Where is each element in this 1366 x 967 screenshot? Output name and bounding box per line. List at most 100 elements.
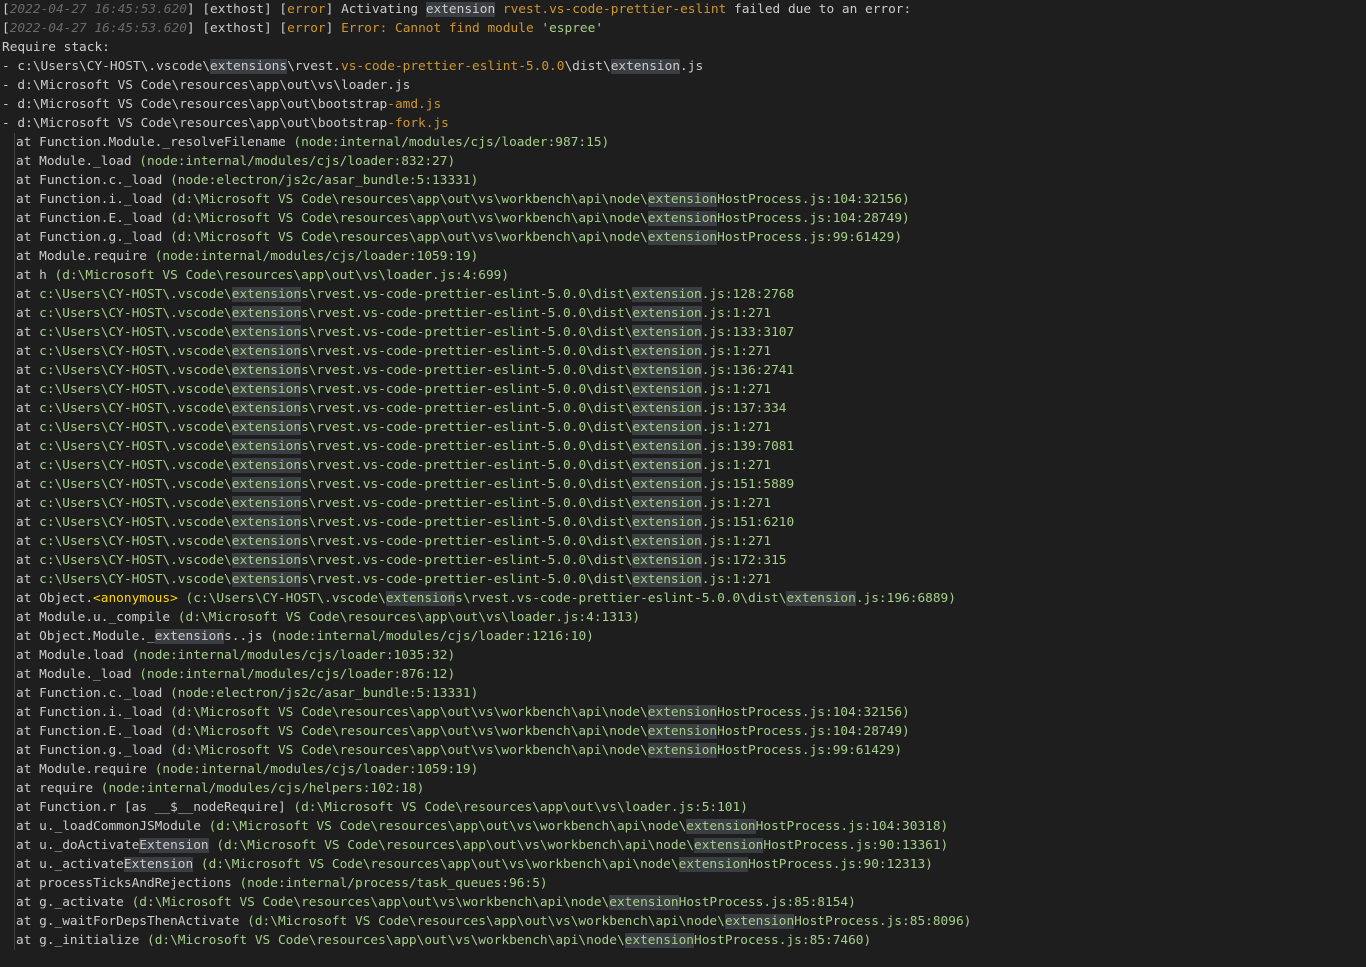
frame-function: at Function.Module._resolveFilename	[16, 135, 286, 150]
search-highlight: extension	[609, 895, 679, 910]
extension-id: rvest.vs-code-prettier-eslint	[502, 2, 727, 17]
stack-frame: at Object.<anonymous> (c:\Users\CY-HOST\…	[0, 589, 1366, 608]
frame-function: at Module.require	[16, 249, 147, 264]
stack-frame: at h (d:\Microsoft VS Code\resources\app…	[0, 266, 1366, 285]
stack-frame: at Module.u._compile (d:\Microsoft VS Co…	[0, 608, 1366, 627]
indent-guide	[14, 760, 15, 779]
indent-guide	[14, 323, 15, 342]
frame-location: HostProcess.js:85:8154)	[678, 895, 856, 910]
indent-guide	[14, 893, 15, 912]
frame-location: s\rvest.vs-code-prettier-eslint-5.0.0\di…	[301, 382, 633, 397]
frame-location: .js:196:6889)	[855, 591, 956, 606]
frame-location: (node:internal/modules/cjs/loader:1059:1…	[146, 762, 479, 777]
frame-location: s\rvest.vs-code-prettier-eslint-5.0.0\di…	[301, 496, 633, 511]
indent-guide	[14, 304, 15, 323]
search-highlight: extension	[647, 192, 718, 207]
frame-location: HostProcess.js:104:32156)	[717, 705, 910, 720]
frame-location: (node:internal/modules/cjs/loader:876:12…	[131, 667, 456, 682]
frame-function: at u._activate	[16, 857, 124, 872]
search-highlight: Extension	[123, 857, 194, 872]
stack-frame: at g._waitForDepsThenActivate (d:\Micros…	[0, 912, 1366, 931]
search-highlight: extension	[231, 439, 302, 454]
indent-guide	[14, 684, 15, 703]
stack-frame: at c:\Users\CY-HOST\.vscode\extensions\r…	[0, 494, 1366, 513]
frame-location: s\rvest.vs-code-prettier-eslint-5.0.0\di…	[301, 401, 633, 416]
indent-guide	[14, 589, 15, 608]
stack-frame-text: at g._initialize (d:\Microsoft VS Code\r…	[16, 933, 871, 948]
frame-location: (node:internal/modules/cjs/loader:1216:1…	[262, 629, 594, 644]
frame-location: HostProcess.js:104:32156)	[717, 192, 910, 207]
frame-location: (node:electron/js2c/asar_bundle:5:13331)	[162, 173, 479, 188]
indent-guide	[14, 779, 15, 798]
stack-frame-text: at c:\Users\CY-HOST\.vscode\extensions\r…	[16, 515, 794, 530]
frame-location: c:\Users\CY-HOST\.vscode\	[39, 572, 232, 587]
frame-location: (node:internal/modules/cjs/helpers:102:1…	[93, 781, 425, 796]
indent-guide	[14, 817, 15, 836]
stack-frame: at g._activate (d:\Microsoft VS Code\res…	[0, 893, 1366, 912]
stack-frame-text: at h (d:\Microsoft VS Code\resources\app…	[16, 268, 509, 283]
stack-frame-text: at c:\Users\CY-HOST\.vscode\extensions\r…	[16, 287, 794, 302]
output-panel[interactable]: [2022-04-27 16:45:53.620] [exthost] [err…	[0, 0, 1366, 967]
stack-frame: at Function.i._load (d:\Microsoft VS Cod…	[0, 703, 1366, 722]
frame-location: .js:1:271	[701, 534, 772, 549]
frame-location: HostProcess.js:99:61429)	[717, 743, 903, 758]
path-accent: -fork.js	[387, 116, 449, 131]
stack-frame-text: at require (node:internal/modules/cjs/he…	[16, 781, 424, 796]
stack-frame-text: at c:\Users\CY-HOST\.vscode\extensions\r…	[16, 477, 794, 492]
search-highlight: extension	[632, 553, 702, 568]
frame-function: at Module.require	[16, 762, 147, 777]
frame-location: (node:internal/modules/cjs/loader:1059:1…	[146, 249, 479, 264]
path-text: \dist\	[564, 59, 611, 74]
frame-location: HostProcess.js:104:30318)	[755, 819, 949, 834]
indent-guide	[14, 171, 15, 190]
search-highlight: extension	[231, 363, 302, 378]
frame-location: .js:136:2741	[701, 363, 795, 378]
indent-guide	[14, 703, 15, 722]
indent-guide	[14, 247, 15, 266]
stack-frame-text: at Function.Module._resolveFilename (nod…	[16, 135, 609, 150]
search-highlight: extension	[231, 401, 302, 416]
frame-at: at	[16, 344, 40, 359]
indent-guide	[14, 931, 15, 950]
frame-function: at g._activate	[16, 895, 124, 910]
frame-location: (d:\Microsoft VS Code\resources\app\out\…	[239, 914, 725, 929]
stack-frame: at processTicksAndRejections (node:inter…	[0, 874, 1366, 893]
frame-at: at	[16, 553, 40, 568]
frame-location: HostProcess.js:104:28749)	[717, 211, 910, 226]
search-highlight: extension	[231, 458, 302, 473]
stack-frame-text: at Object.Module._extensions..js (node:i…	[16, 629, 594, 644]
stack-frame: at Function.E._load (d:\Microsoft VS Cod…	[0, 722, 1366, 741]
search-highlight: extension	[231, 496, 302, 511]
indent-guide	[14, 190, 15, 209]
search-highlight: extension	[632, 401, 702, 416]
frame-location: c:\Users\CY-HOST\.vscode\	[39, 325, 232, 340]
frame-function: at Module._load	[16, 154, 132, 169]
log-message: Error: Cannot find module	[341, 21, 542, 36]
search-highlight: extension	[724, 914, 795, 929]
search-highlight: extension	[632, 363, 702, 378]
stack-frame-text: at c:\Users\CY-HOST\.vscode\extensions\r…	[16, 363, 794, 378]
frame-function: at Function.g._load	[16, 230, 163, 245]
path-accent: vs-code-prettier-eslint-5.0.0	[341, 59, 565, 74]
frame-location: .js:128:2768	[701, 287, 795, 302]
frame-at: at	[16, 420, 40, 435]
search-highlight: extension	[231, 553, 302, 568]
frame-location: s\rvest.vs-code-prettier-eslint-5.0.0\di…	[301, 458, 633, 473]
frame-function: at h	[16, 268, 47, 283]
search-highlight: extension	[647, 743, 718, 758]
search-highlight: extension	[632, 287, 702, 302]
indent-guide	[14, 855, 15, 874]
frame-function: at Module.load	[16, 648, 124, 663]
search-highlight: extension	[231, 382, 302, 397]
frame-location: HostProcess.js:90:13361)	[763, 838, 949, 853]
frame-function: at require	[16, 781, 94, 796]
search-highlight: extension	[647, 724, 718, 739]
bracket: ]	[325, 2, 342, 17]
frame-location: c:\Users\CY-HOST\.vscode\	[39, 420, 232, 435]
stack-frame-text: at Module.load (node:internal/modules/cj…	[16, 648, 455, 663]
frame-location: (d:\Microsoft VS Code\resources\app\out\…	[193, 857, 679, 872]
indent-guide	[14, 608, 15, 627]
search-highlight: extension	[647, 230, 718, 245]
frame-location: c:\Users\CY-HOST\.vscode\	[39, 553, 232, 568]
search-highlight: extension	[632, 420, 702, 435]
